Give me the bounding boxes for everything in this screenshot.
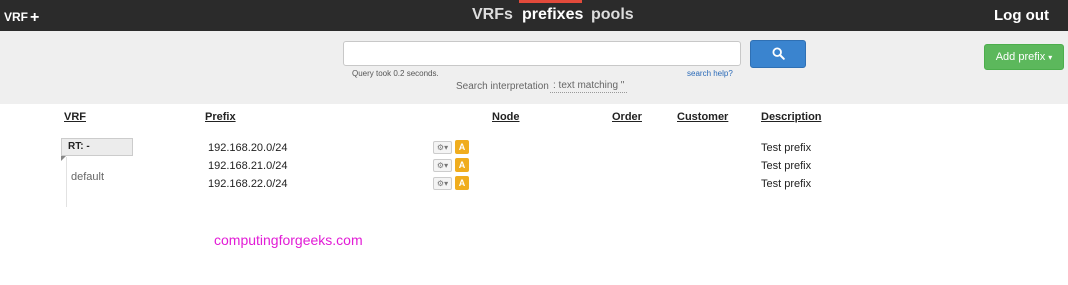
prefix-cell[interactable]: 192.168.21.0/24 xyxy=(208,160,288,172)
prefix-type-badge: A xyxy=(455,176,469,190)
prefix-cell[interactable]: 192.168.20.0/24 xyxy=(208,142,288,154)
logout-link[interactable]: Log out xyxy=(994,7,1049,24)
vrf-selector-button[interactable]: VRF + xyxy=(4,8,39,26)
table-row[interactable]: 192.168.21.0/24 ⚙▾ A Test prefix xyxy=(0,157,1068,175)
add-prefix-button[interactable]: Add prefix ▾ xyxy=(984,44,1064,70)
watermark-text: computingforgeeks.com xyxy=(214,232,363,248)
caret-down-icon: ▾ xyxy=(1048,53,1053,62)
column-header-customer[interactable]: Customer xyxy=(677,111,728,123)
column-header-prefix[interactable]: Prefix xyxy=(205,111,236,123)
prefix-cell[interactable]: 192.168.22.0/24 xyxy=(208,178,288,190)
prefix-type-badge: A xyxy=(455,158,469,172)
table-row[interactable]: 192.168.22.0/24 ⚙▾ A Test prefix xyxy=(0,175,1068,193)
search-input[interactable] xyxy=(343,41,741,66)
top-navbar: VRF + VRFs prefixes pools Log out xyxy=(0,0,1068,31)
nav-vrfs[interactable]: VRFs xyxy=(472,6,513,24)
search-icon xyxy=(772,47,785,60)
search-interpretation-label: Search interpretation xyxy=(456,81,549,92)
table-row[interactable]: 192.168.20.0/24 ⚙▾ A Test prefix xyxy=(0,139,1068,157)
vrf-selector-label: VRF xyxy=(4,10,28,24)
plus-icon: + xyxy=(30,9,40,26)
column-header-order[interactable]: Order xyxy=(612,111,642,123)
gear-icon[interactable]: ⚙▾ xyxy=(433,141,452,154)
search-interpretation-value[interactable]: : text matching " xyxy=(550,80,628,93)
search-button[interactable] xyxy=(750,40,806,68)
column-header-node[interactable]: Node xyxy=(492,111,520,123)
description-cell: Test prefix xyxy=(761,142,812,154)
gear-icon[interactable]: ⚙▾ xyxy=(433,177,452,190)
search-panel: Query took 0.2 seconds. search help? Sea… xyxy=(0,31,1068,104)
column-header-description[interactable]: Description xyxy=(761,111,822,123)
description-cell: Test prefix xyxy=(761,178,812,190)
query-time-text: Query took 0.2 seconds. xyxy=(352,69,439,78)
nav-prefixes[interactable]: prefixes xyxy=(522,6,583,24)
description-cell: Test prefix xyxy=(761,160,812,172)
add-prefix-label: Add prefix xyxy=(995,51,1046,63)
search-help-link[interactable]: search help? xyxy=(687,69,733,78)
active-tab-indicator xyxy=(519,0,582,3)
prefix-type-badge: A xyxy=(455,140,469,154)
column-header-vrf[interactable]: VRF xyxy=(64,111,86,123)
nav-pools[interactable]: pools xyxy=(591,6,634,24)
gear-icon[interactable]: ⚙▾ xyxy=(433,159,452,172)
